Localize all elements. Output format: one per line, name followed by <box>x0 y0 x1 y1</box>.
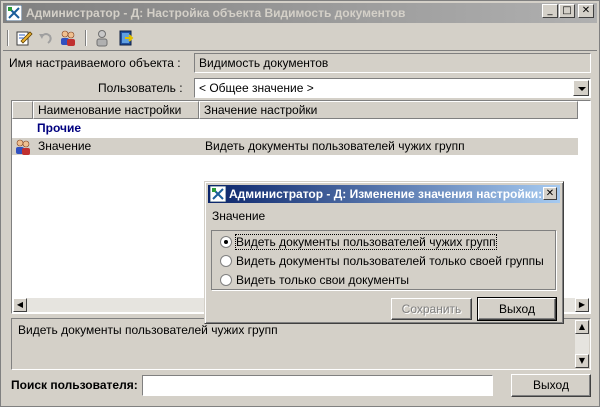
users-icon <box>16 139 30 155</box>
row-name-cell: Значение <box>38 139 92 153</box>
maximize-button[interactable]: □ <box>559 4 575 18</box>
search-user-label: Поиск пользователя: <box>11 378 138 392</box>
dialog-exit-button[interactable]: Выход <box>477 297 557 321</box>
main-window: Администратор - Д: Настройка объекта Вид… <box>0 0 600 407</box>
radio-option-label: Видеть документы пользователей только св… <box>236 254 544 268</box>
radio-option-own-group[interactable]: Видеть документы пользователей только св… <box>220 253 544 269</box>
value-description-memo[interactable]: Видеть документы пользователей чужих гру… <box>11 318 591 370</box>
users-icon[interactable] <box>59 29 77 47</box>
radio-option-label: Видеть только свои документы <box>236 273 410 287</box>
change-value-dialog: Администратор - Д: Изменение значения на… <box>204 181 564 324</box>
exit-button[interactable]: Выход <box>511 374 591 397</box>
dialog-title: Администратор - Д: Изменение значения на… <box>229 187 543 201</box>
radio-option-label: Видеть документы пользователей чужих гру… <box>235 234 497 250</box>
dialog-group-label: Значение <box>212 209 266 223</box>
user-select[interactable]: < Общее значение > <box>194 78 591 98</box>
radio-button[interactable] <box>220 274 232 286</box>
memo-text: Видеть документы пользователей чужих гру… <box>18 323 278 337</box>
minimize-button[interactable]: _ <box>542 4 558 18</box>
table-row[interactable]: Значение Видеть документы пользователей … <box>12 138 578 155</box>
user-label: Пользователь : <box>98 81 183 95</box>
window-title: Администратор - Д: Настройка объекта Вид… <box>26 6 406 20</box>
value-options-group: Видеть документы пользователей чужих гру… <box>211 230 556 290</box>
radio-button-checked[interactable] <box>220 236 232 248</box>
edit-icon[interactable] <box>15 29 33 47</box>
row-value-cell: Видеть документы пользователей чужих гру… <box>205 139 465 153</box>
chevron-down-icon[interactable] <box>573 80 589 96</box>
user-select-value: < Общее значение > <box>199 81 314 95</box>
row-indicator-header <box>12 101 33 119</box>
radio-button[interactable] <box>220 255 232 267</box>
radio-option-own-documents[interactable]: Видеть только свои документы <box>220 272 409 288</box>
toolbar <box>3 25 597 51</box>
object-name-label: Имя настраиваемого объекта : <box>9 56 181 70</box>
user-icon[interactable] <box>93 29 111 47</box>
object-name-field: Видимость документов <box>194 53 591 73</box>
app-icon <box>6 5 22 21</box>
scroll-down-button[interactable]: ▼ <box>575 354 589 368</box>
scroll-up-button[interactable]: ▲ <box>575 320 589 334</box>
dialog-titlebar[interactable]: Администратор - Д: Изменение значения на… <box>208 185 560 203</box>
toolbar-separator <box>7 30 9 46</box>
radio-option-foreign-groups[interactable]: Видеть документы пользователей чужих гру… <box>220 234 497 250</box>
search-user-input[interactable] <box>142 375 493 396</box>
scroll-right-button[interactable]: ▶ <box>575 298 589 312</box>
main-titlebar[interactable]: Администратор - Д: Настройка объекта Вид… <box>3 3 597 23</box>
exit-icon[interactable] <box>117 29 135 47</box>
group-row[interactable]: Прочие <box>37 121 81 135</box>
toolbar-separator <box>85 30 87 46</box>
scroll-left-button[interactable]: ◀ <box>13 298 27 312</box>
column-header-name[interactable]: Наименование настройки <box>33 101 199 119</box>
column-header-value[interactable]: Значение настройки <box>199 101 578 119</box>
save-button[interactable]: Сохранить <box>391 298 472 320</box>
close-button[interactable]: ✕ <box>578 4 594 18</box>
dialog-close-button[interactable]: ✕ <box>543 187 557 200</box>
app-icon <box>210 186 226 202</box>
undo-icon[interactable] <box>37 29 55 47</box>
vertical-scrollbar[interactable]: ▲ ▼ <box>575 320 589 368</box>
